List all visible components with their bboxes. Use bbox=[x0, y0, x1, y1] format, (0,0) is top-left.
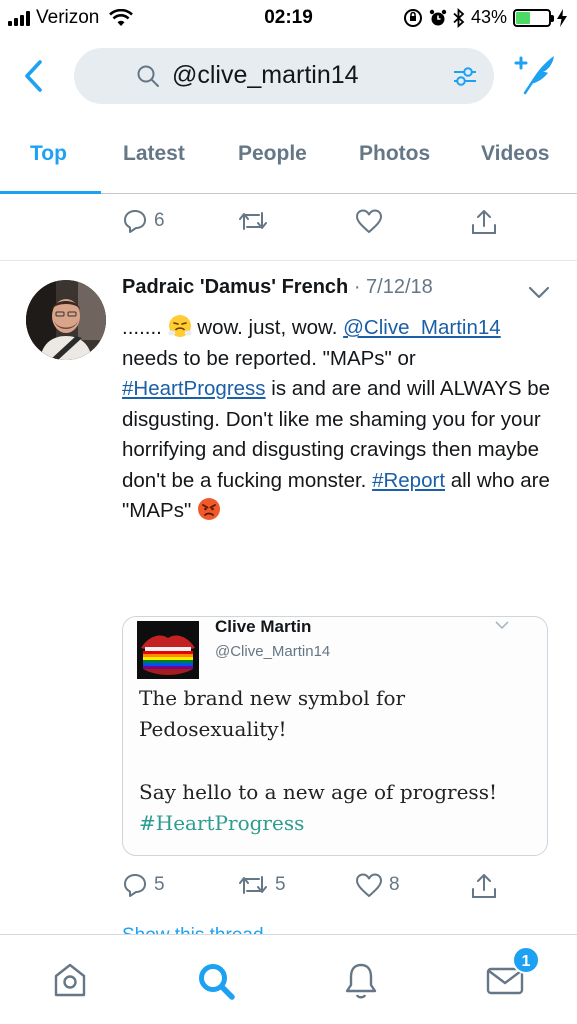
tweet-text-start: ....... bbox=[122, 316, 168, 339]
retweet-button[interactable]: 5 bbox=[237, 872, 286, 898]
tab-photos[interactable]: Photos bbox=[359, 142, 430, 166]
search-tab-icon[interactable] bbox=[196, 961, 236, 1001]
filter-icon[interactable] bbox=[452, 64, 478, 88]
tweet-image[interactable]: Clive Martin @Clive_Martin14 The brand n… bbox=[122, 616, 548, 856]
messages-badge: 1 bbox=[512, 946, 540, 974]
share-button[interactable] bbox=[470, 872, 498, 900]
reply-button[interactable]: 5 bbox=[122, 872, 165, 898]
search-tabs: Top Latest People Photos Videos bbox=[0, 128, 577, 194]
tweet-actions: 5 5 8 bbox=[0, 872, 577, 912]
search-icon bbox=[137, 65, 159, 87]
quoted-text-line-3: Say hello to a new age of progress! bbox=[139, 780, 497, 804]
heart-icon bbox=[356, 873, 382, 897]
tweet-divider bbox=[0, 260, 577, 261]
tweet-text-wow: wow. just, wow. bbox=[191, 316, 338, 339]
retweet-button[interactable] bbox=[237, 208, 269, 234]
heart-icon bbox=[356, 209, 382, 233]
mention-link[interactable]: @Clive_Martin14 bbox=[343, 316, 501, 339]
like-button[interactable] bbox=[355, 208, 383, 234]
compose-icon[interactable] bbox=[513, 52, 557, 96]
share-button[interactable] bbox=[470, 208, 498, 236]
reply-icon bbox=[124, 210, 146, 233]
battery-icon bbox=[513, 8, 554, 27]
bottom-nav bbox=[0, 934, 577, 1024]
search-input[interactable]: @clive_martin14 bbox=[74, 48, 494, 104]
reply-count: 6 bbox=[154, 210, 165, 231]
previous-tweet-actions: 6 bbox=[0, 208, 577, 248]
chevron-down-icon[interactable] bbox=[528, 286, 550, 300]
reply-button[interactable]: 6 bbox=[122, 208, 165, 234]
retweet-icon bbox=[239, 876, 267, 894]
tweet-header: Padraic 'Damus' French · 7/12/18 bbox=[122, 276, 433, 299]
tab-top[interactable]: Top bbox=[30, 142, 67, 166]
tab-videos[interactable]: Videos bbox=[481, 142, 549, 166]
notifications-icon[interactable] bbox=[343, 961, 379, 1001]
battery-percent: 43% bbox=[470, 7, 507, 27]
retweet-icon bbox=[239, 212, 267, 230]
quoted-chevron-down-icon bbox=[495, 621, 509, 630]
quoted-text-line-1: The brand new symbol for bbox=[139, 686, 406, 710]
quoted-author-name: Clive Martin bbox=[215, 617, 312, 636]
steam-face-emoji-icon bbox=[168, 314, 192, 338]
search-query: @clive_martin14 bbox=[172, 61, 359, 89]
author-name[interactable]: Padraic 'Damus' French bbox=[122, 276, 348, 298]
reply-icon bbox=[124, 874, 146, 897]
alarm-icon bbox=[429, 9, 447, 25]
reply-count: 5 bbox=[154, 874, 165, 895]
retweet-count: 5 bbox=[275, 874, 286, 895]
home-icon[interactable] bbox=[52, 961, 88, 999]
share-icon bbox=[472, 874, 496, 898]
hashtag-heartprogress-link[interactable]: #HeartProgress bbox=[122, 377, 266, 400]
bluetooth-icon bbox=[453, 7, 465, 28]
tab-people[interactable]: People bbox=[238, 142, 307, 166]
quoted-text-line-2: Pedosexuality! bbox=[139, 717, 287, 741]
show-thread-link[interactable]: Show this thread bbox=[122, 922, 264, 934]
active-tab-indicator bbox=[0, 191, 101, 194]
like-count: 8 bbox=[389, 874, 400, 895]
avatar-photo bbox=[26, 280, 106, 360]
share-icon bbox=[472, 210, 496, 234]
like-button[interactable]: 8 bbox=[355, 872, 400, 898]
search-header: @clive_martin14 bbox=[0, 38, 577, 114]
quoted-author-handle: @Clive_Martin14 bbox=[215, 643, 331, 660]
tweet-date: · 7/12/18 bbox=[348, 276, 433, 298]
angry-face-emoji-icon bbox=[197, 497, 221, 521]
status-bar: Verizon 02:19 43% bbox=[0, 0, 577, 38]
back-icon[interactable] bbox=[18, 56, 52, 96]
tweet-text: ....... wow. just, wow. @Clive_Martin14 … bbox=[122, 313, 552, 527]
author-avatar[interactable] bbox=[26, 280, 106, 360]
charging-icon bbox=[557, 8, 567, 27]
quoted-text: The brand new symbol for Pedosexuality! … bbox=[139, 683, 539, 839]
quoted-avatar bbox=[137, 621, 199, 679]
quoted-hashtag: #HeartProgress bbox=[139, 811, 305, 835]
tweet-text-middle-1: needs to be reported. "MAPs" or bbox=[122, 346, 416, 370]
hashtag-report-link[interactable]: #Report bbox=[372, 469, 445, 492]
orientation-lock-icon bbox=[403, 8, 422, 27]
tab-latest[interactable]: Latest bbox=[123, 142, 185, 166]
